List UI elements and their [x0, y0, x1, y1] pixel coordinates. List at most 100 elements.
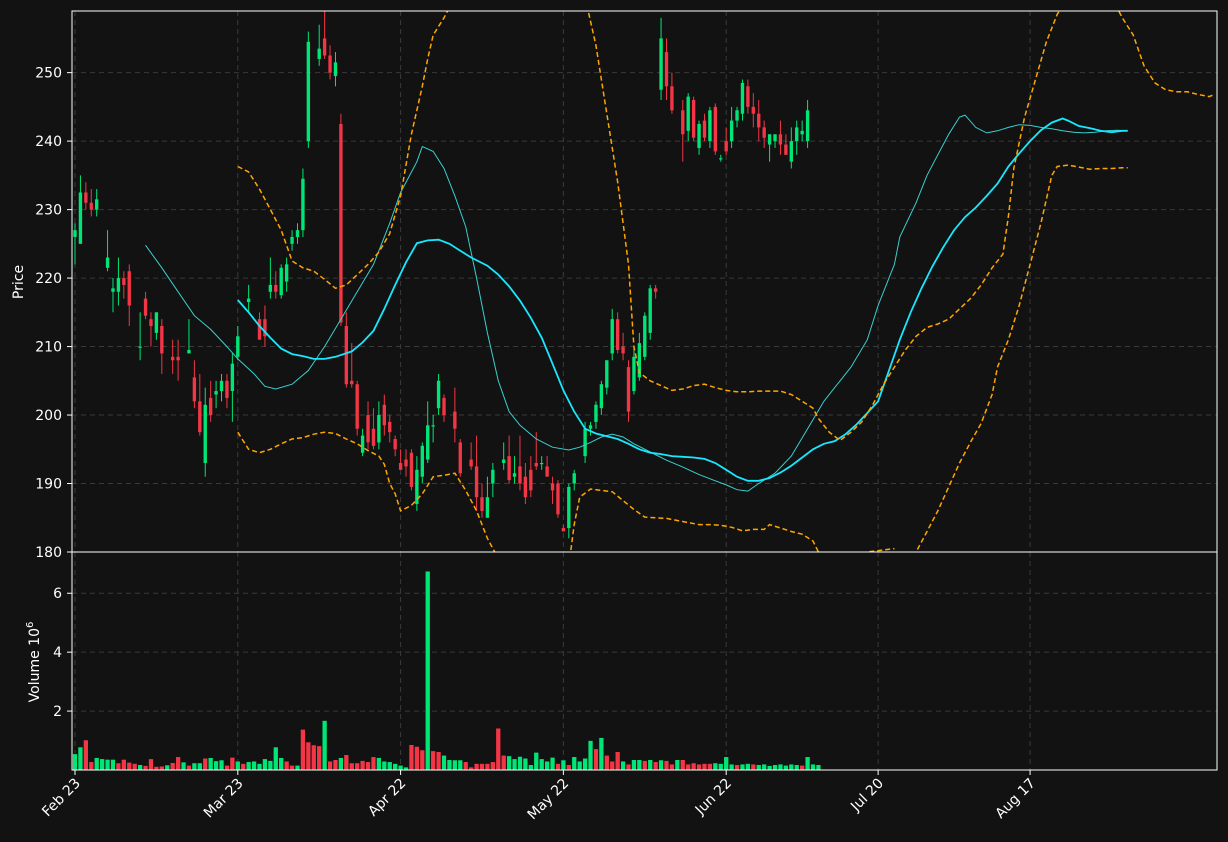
volume-bar	[273, 746, 279, 770]
volume-bar	[289, 764, 295, 770]
volume-bar	[197, 762, 203, 770]
volume-axis-label-space: 10	[27, 628, 43, 650]
volume-bar	[479, 763, 485, 770]
volume-bar	[582, 757, 588, 770]
volume-bar	[381, 760, 388, 770]
volume-bar	[777, 763, 784, 770]
candle-body	[143, 298, 148, 316]
volume-bar	[354, 762, 360, 770]
candle-body	[767, 134, 772, 145]
volume-bar	[142, 765, 149, 770]
volume-bar	[696, 763, 702, 770]
candle-body	[301, 178, 305, 231]
volume-bar	[576, 760, 583, 770]
candle-body	[268, 284, 273, 292]
candle-body	[719, 158, 723, 160]
price-axis-label: Price	[11, 265, 27, 299]
volume-bar	[164, 764, 170, 770]
volume-bar	[110, 759, 116, 770]
candle-body	[89, 202, 93, 210]
candle-body	[138, 346, 142, 348]
candle-body	[518, 466, 522, 484]
volume-bar	[386, 761, 393, 770]
volume-bar	[131, 763, 138, 770]
candle-body	[198, 401, 202, 433]
volume-bar	[278, 757, 284, 770]
volume-bar	[256, 763, 263, 770]
candle-body	[149, 319, 153, 327]
candle-body	[588, 425, 593, 429]
candle-body	[377, 415, 381, 443]
candle-body	[322, 38, 327, 56]
volume-bar	[490, 761, 496, 770]
volume-bar	[343, 754, 350, 770]
candle-body	[431, 425, 435, 427]
candle-body	[295, 230, 300, 237]
volume-bar	[522, 757, 529, 770]
candle-body	[333, 62, 338, 77]
volume-bar	[544, 760, 550, 770]
volume-bar	[799, 764, 805, 770]
candle-body	[556, 483, 560, 515]
volume-bar	[262, 758, 268, 770]
candle-body	[73, 230, 77, 237]
candle-body	[84, 192, 88, 203]
volume-axis-label-text: Volume	[27, 650, 43, 702]
volume-bar	[728, 763, 735, 770]
volume-bar	[690, 762, 697, 770]
volume-bar	[251, 760, 257, 770]
volume-bar	[766, 765, 773, 770]
volume-bar	[756, 764, 762, 770]
volume-bar	[804, 756, 811, 770]
volume-bar	[159, 765, 165, 770]
volume-bar	[647, 759, 653, 770]
candle-body	[702, 120, 707, 138]
volume-bar	[712, 762, 719, 770]
candle-body	[762, 127, 766, 138]
volume-bar	[202, 757, 208, 770]
candle-body	[594, 404, 598, 422]
volume-bar	[718, 763, 724, 770]
volume-bar	[620, 760, 626, 770]
volume-bar	[642, 760, 648, 770]
volume-bar	[88, 761, 95, 770]
volume-bar	[99, 758, 105, 770]
volume-bar	[294, 764, 301, 770]
volume-bar	[783, 764, 789, 770]
volume-bar	[321, 720, 328, 770]
candle-body	[274, 284, 278, 292]
volume-bar	[560, 759, 567, 770]
volume-bar	[332, 759, 339, 770]
candle-body	[426, 425, 430, 460]
candle-body	[507, 456, 511, 481]
candle-body	[643, 315, 647, 357]
volume-bar	[305, 741, 312, 770]
volume-bar	[484, 763, 491, 770]
chart-background	[0, 0, 1228, 842]
candle-body	[523, 476, 528, 498]
candle-body	[540, 462, 544, 465]
candle-body	[648, 288, 652, 333]
price-tick-label: 210	[35, 340, 62, 356]
volume-bar	[180, 761, 187, 770]
candle-body	[160, 326, 164, 354]
candle-body	[545, 466, 549, 477]
candle-body	[474, 466, 479, 498]
candle-body	[382, 404, 386, 426]
volume-bar	[419, 749, 426, 770]
candle-body	[236, 336, 240, 357]
candle-body	[659, 38, 663, 90]
volume-bar	[115, 762, 122, 770]
volume-bar	[104, 759, 111, 770]
volume-bar	[441, 754, 447, 770]
candle-body	[789, 141, 793, 162]
volume-bar	[392, 763, 398, 770]
volume-bar	[83, 739, 89, 770]
volume-bar	[555, 763, 561, 770]
volume-bar	[235, 760, 241, 770]
volume-bar	[365, 761, 371, 770]
volume-bar	[788, 763, 795, 770]
candle-body	[317, 48, 321, 59]
volume-bar	[549, 757, 556, 770]
volume-bar	[72, 753, 78, 770]
